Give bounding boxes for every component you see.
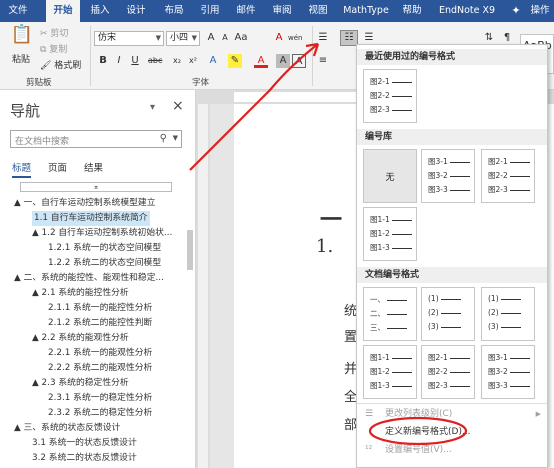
- annotation-overlay: [189, 42, 468, 446]
- annotation-arrow: [189, 43, 319, 171]
- annotation-circle: [368, 416, 468, 446]
